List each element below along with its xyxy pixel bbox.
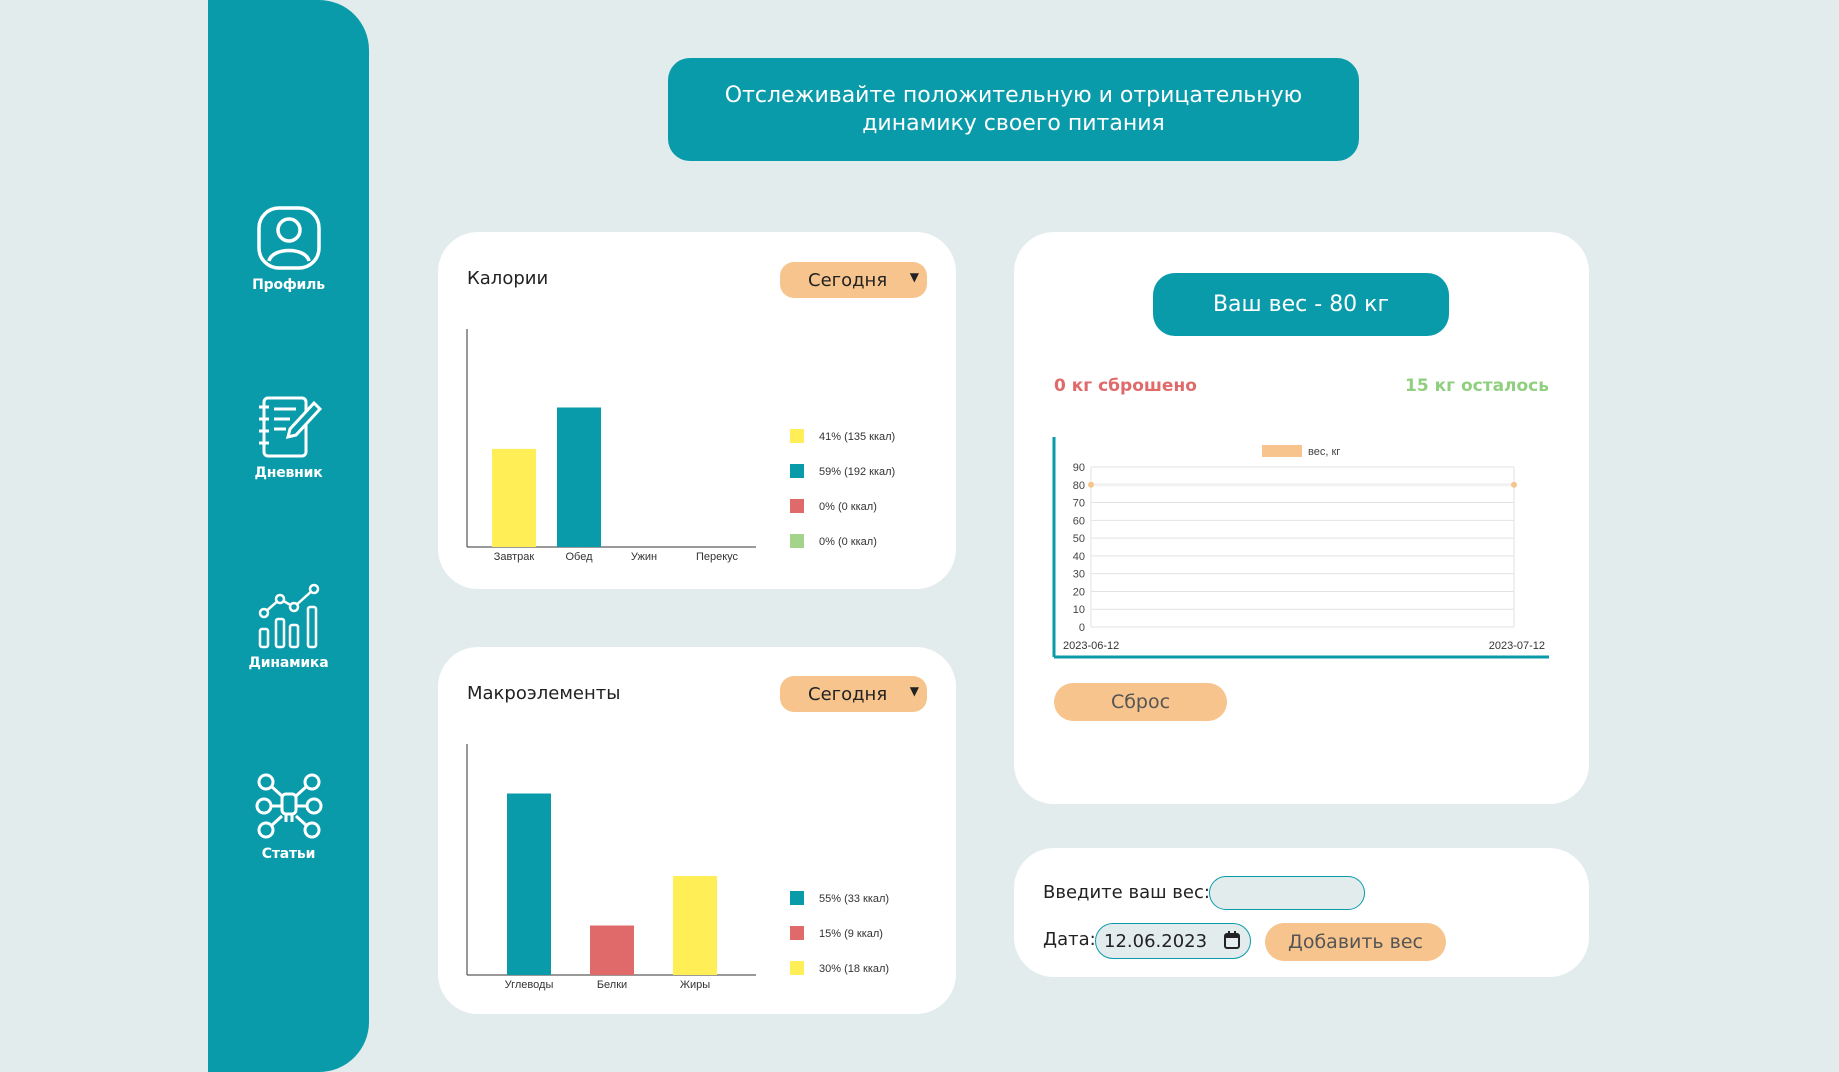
legend-swatch (790, 891, 804, 905)
sidebar-item-label: Профиль (252, 277, 325, 293)
x-tick-label: Обед (565, 551, 593, 563)
bar (673, 876, 717, 975)
x-tick-label: Белки (597, 979, 627, 991)
y-tick-label: 90 (1073, 462, 1085, 474)
legend-swatch (790, 499, 804, 513)
y-tick-label: 50 (1073, 533, 1085, 545)
sidebar-item-label: Статьи (261, 846, 316, 862)
legend-label: 55% (33 ккал) (819, 893, 889, 905)
add-weight-card: Введите ваш вес: Дата: 12.06.2023 Добави… (1014, 848, 1589, 977)
legend-swatch (790, 534, 804, 548)
banner-text: Отслеживайте положительную и отрицательн… (724, 82, 1303, 136)
sidebar: Профиль Дневник Динамика Статьи (208, 0, 369, 1072)
macros-chart: Углеводы Белки Жиры 55% (33 ккал) 15% (9 кка… (466, 744, 889, 991)
weight-input[interactable] (1209, 876, 1365, 910)
legend-label: 15% (9 ккал) (819, 928, 883, 940)
y-tick-label: 70 (1073, 498, 1085, 510)
legend-label: вес, кг (1308, 446, 1340, 458)
add-weight-button-label: Добавить вес (1287, 931, 1423, 953)
legend-swatch (790, 464, 804, 478)
date-input[interactable]: 12.06.2023 (1095, 923, 1251, 959)
data-point (1511, 481, 1517, 488)
sidebar-item-label: Динамика (248, 655, 329, 671)
y-tick-label: 40 (1073, 551, 1085, 563)
x-tick-label: 2023-07-12 (1489, 640, 1545, 652)
y-tick-label: 10 (1073, 604, 1085, 616)
sidebar-item-diary[interactable]: Дневник (208, 395, 369, 481)
legend-label: 0% (0 ккал) (819, 536, 877, 548)
legend-swatch (790, 926, 804, 940)
data-point (1088, 481, 1094, 488)
y-tick-label: 20 (1073, 586, 1085, 598)
sidebar-item-dynamics[interactable]: Динамика (208, 583, 369, 671)
calories-card: Калории Сегодня ▼ Завтрак Обед Ужин Перекус… (438, 232, 956, 589)
weight-card: Ваш вес - 80 кг 0 кг сброшено 15 кг оста… (1014, 232, 1589, 804)
reset-button[interactable]: Сброс (1054, 683, 1227, 721)
legend-label: 41% (135 ккал) (819, 431, 895, 443)
sidebar-item-articles[interactable]: Статьи (208, 772, 369, 862)
date-input-value: 12.06.2023 (1104, 930, 1208, 952)
x-tick-label: Перекус (696, 551, 739, 563)
y-tick-label: 30 (1073, 569, 1085, 581)
sidebar-item-profile[interactable]: Профиль (208, 205, 369, 293)
profile-icon (256, 206, 321, 270)
y-tick-label: 0 (1079, 622, 1085, 634)
reset-button-label: Сброс (1110, 691, 1171, 713)
y-tick-label: 60 (1073, 515, 1085, 527)
bar (590, 925, 634, 975)
legend-label: 59% (192 ккал) (819, 466, 895, 478)
dynamics-icon (258, 583, 319, 649)
legend-swatch (790, 429, 804, 443)
bar (492, 448, 536, 547)
x-tick-label: Жиры (680, 979, 710, 991)
x-tick-label: Ужин (631, 551, 657, 563)
legend-swatch (1262, 445, 1302, 457)
date-input-label: Дата: (1043, 929, 1096, 950)
weight-input-label: Введите ваш вес: (1043, 882, 1210, 903)
y-tick-label: 80 (1073, 480, 1085, 492)
calories-chart: Завтрак Обед Ужин Перекус 41% (135 ккал) 59% … (466, 329, 895, 563)
diary-icon (258, 396, 322, 458)
articles-icon (255, 773, 322, 839)
x-tick-label: Завтрак (494, 551, 535, 563)
x-tick-label: 2023-06-12 (1063, 640, 1119, 652)
add-weight-button[interactable]: Добавить вес (1265, 923, 1446, 961)
bar (507, 793, 551, 975)
calendar-icon[interactable] (1224, 931, 1240, 949)
macros-card: Макроэлементы Сегодня ▼ Углеводы Белки Жир… (438, 647, 956, 1014)
page-banner: Отслеживайте положительную и отрицательн… (668, 58, 1359, 161)
legend-label: 30% (18 ккал) (819, 963, 889, 975)
legend-swatch (790, 961, 804, 975)
legend-label: 0% (0 ккал) (819, 501, 877, 513)
sidebar-item-label: Дневник (254, 465, 323, 481)
bar (557, 407, 601, 547)
x-tick-label: Углеводы (505, 979, 554, 991)
